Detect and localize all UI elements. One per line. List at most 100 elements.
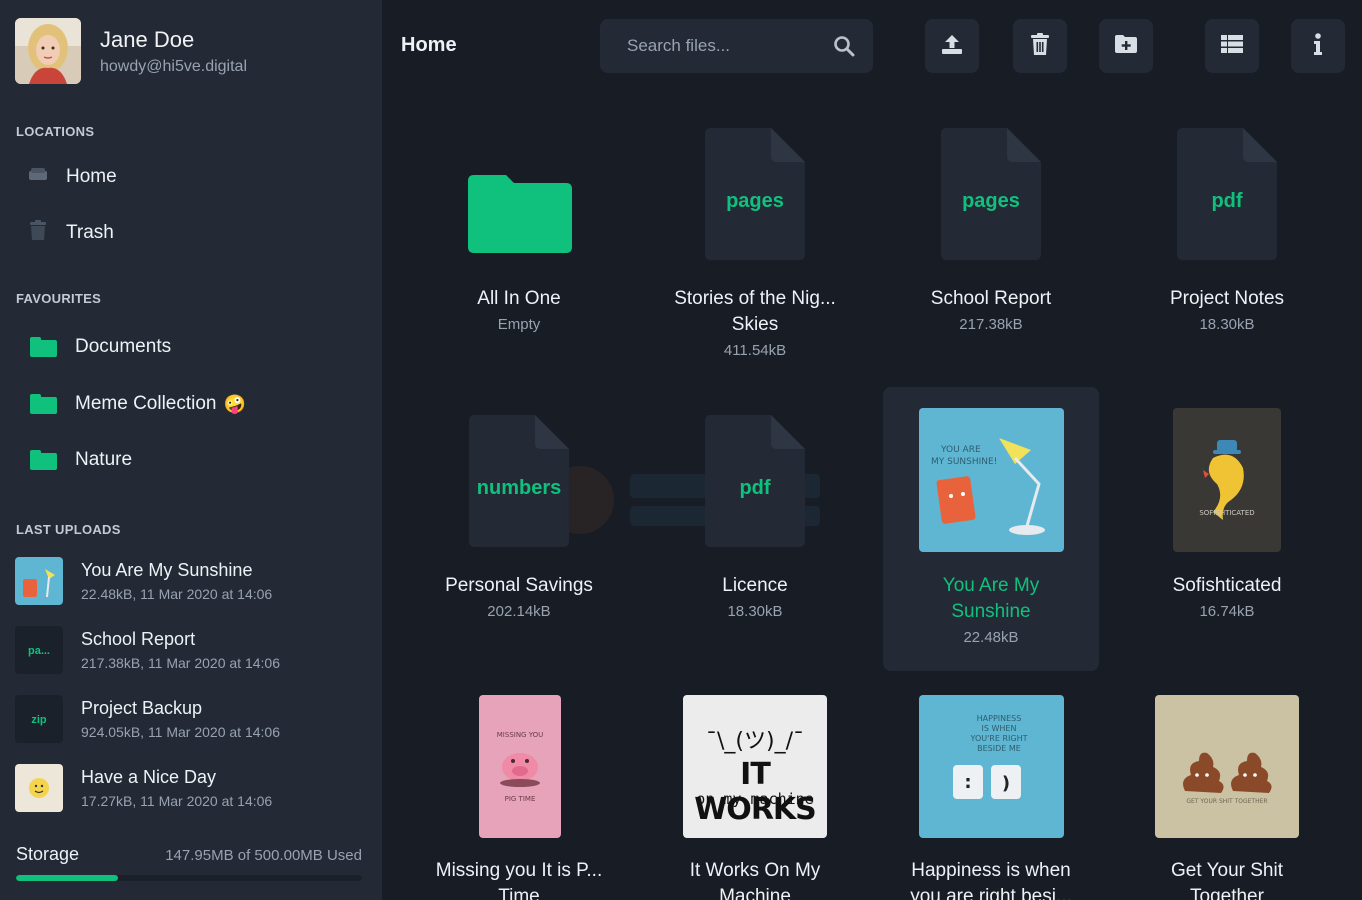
- document-icon: numbers: [469, 415, 569, 547]
- search-icon[interactable]: [833, 35, 855, 62]
- file-ext: pages: [962, 190, 1020, 212]
- upload-meta: 924.05kB, 11 Mar 2020 at 14:06: [81, 724, 280, 740]
- section-title-favourites: FAVOURITES: [16, 291, 102, 306]
- search-box[interactable]: [600, 19, 873, 73]
- file-size: 217.38kB: [959, 316, 1023, 333]
- upload-name: You Are My Sunshine: [81, 560, 253, 580]
- file-size: 22.48kB: [963, 629, 1019, 646]
- upload-button[interactable]: [925, 19, 979, 73]
- upload-meta: 17.27kB, 11 Mar 2020 at 14:06: [81, 793, 273, 809]
- image-caption: BESIDE ME: [977, 744, 1021, 753]
- file-name: Sofishticated: [1172, 575, 1282, 596]
- file-ext: pages: [726, 190, 784, 212]
- image-thumbnail: [15, 557, 63, 605]
- sidebar-item-label: Nature: [75, 449, 133, 470]
- image-thumbnail: GET YOUR SHIT TOGETHER: [1155, 695, 1299, 838]
- sidebar-item-nature[interactable]: Nature: [30, 449, 132, 471]
- drive-icon: [28, 164, 48, 189]
- document-thumbnail: pa...: [15, 626, 63, 674]
- avatar: [15, 18, 81, 84]
- file-ext: pdf: [1211, 190, 1243, 212]
- search-input[interactable]: [627, 36, 817, 56]
- list-view-button[interactable]: [1205, 19, 1259, 73]
- storage-indicator: Storage 147.95MB of 500.00MB Used: [16, 844, 362, 881]
- file-ext: numbers: [476, 477, 562, 499]
- emoji-icon: 🤪: [223, 393, 246, 414]
- file-size: 18.30kB: [1199, 316, 1255, 333]
- file-name: Personal Savings: [445, 575, 593, 596]
- list-view-icon: [1221, 34, 1243, 58]
- image-thumbnail: [15, 764, 63, 812]
- file-tile-get-your-shit-together[interactable]: GET YOUR SHIT TOGETHER Get Your Shit Tog…: [1119, 694, 1335, 900]
- file-size: 16.74kB: [1199, 603, 1255, 620]
- image-caption: MISSING YOU: [497, 731, 543, 739]
- image-caption: ¯\_(ツ)_/¯: [706, 729, 804, 754]
- sidebar-item-home[interactable]: Home: [28, 164, 117, 189]
- image-caption: YOU ARE: [940, 445, 981, 455]
- upload-item-nice-day[interactable]: Have a Nice Day 17.27kB, 11 Mar 2020 at …: [15, 764, 272, 812]
- folder-icon: [468, 175, 572, 258]
- file-tile-all-in-one[interactable]: All In One Empty: [411, 120, 627, 370]
- document-icon: pdf: [705, 415, 805, 547]
- image-caption: :: [964, 772, 971, 793]
- sidebar-item-label: Meme Collection: [75, 393, 217, 414]
- sidebar-item-trash[interactable]: Trash: [28, 219, 114, 246]
- file-tile-project-notes[interactable]: pdf Project Notes 18.30kB: [1119, 120, 1335, 370]
- image-thumbnail: HAPPINESS IS WHEN YOU'RE RIGHT BESIDE ME…: [919, 695, 1064, 838]
- file-tile-licence[interactable]: pdf Licence 18.30kB: [647, 387, 863, 671]
- file-name: School Report: [930, 288, 1052, 309]
- image-caption: YOU'RE RIGHT: [970, 734, 1028, 743]
- file-name: Licence: [722, 575, 788, 596]
- sidebar-item-label: Home: [66, 165, 117, 187]
- sidebar-item-meme-collection[interactable]: Meme Collection 🤪: [30, 393, 246, 415]
- file-tile-missing-you[interactable]: MISSING YOU PIG TIME Missing you It is P…: [411, 694, 627, 900]
- sidebar: Jane Doe howdy@hi5ve.digital LOCATIONS H…: [0, 0, 382, 900]
- file-size: Empty: [497, 316, 541, 333]
- image-caption: MY SUNSHINE!: [931, 457, 997, 467]
- file-size: 18.30kB: [727, 603, 783, 620]
- info-button[interactable]: [1291, 19, 1345, 73]
- storage-bar-fill: [16, 875, 119, 881]
- file-tile-happiness[interactable]: HAPPINESS IS WHEN YOU'RE RIGHT BESIDE ME…: [883, 694, 1099, 900]
- image-thumbnail: YOU ARE MY SUNSHINE!: [919, 408, 1064, 552]
- document-icon: pages: [705, 128, 805, 260]
- upload-icon: [940, 32, 964, 61]
- folder-icon: [30, 450, 57, 470]
- file-name: Get Your Shit Together: [1171, 860, 1283, 900]
- file-name: Missing you It is P... Time: [435, 860, 603, 900]
- document-icon: pages: [941, 128, 1041, 260]
- storage-used: 147.95MB of 500.00MB Used: [165, 847, 362, 864]
- file-size: 202.14kB: [487, 603, 551, 620]
- file-tile-personal-savings[interactable]: numbers Personal Savings 202.14kB: [411, 387, 627, 671]
- delete-icon: [1030, 32, 1050, 60]
- file-name: Happiness is when you are right besi...: [910, 860, 1072, 900]
- upload-item-project-backup[interactable]: zip Project Backup 924.05kB, 11 Mar 2020…: [15, 695, 280, 743]
- file-tile-stories[interactable]: pages Stories of the Nig... Skies 411.54…: [647, 120, 863, 370]
- upload-meta: 217.38kB, 11 Mar 2020 at 14:06: [81, 655, 280, 671]
- trash-icon: [28, 219, 48, 246]
- file-tile-sofishticated[interactable]: SOFISHTICATED Sofishticated 16.74kB: [1119, 387, 1335, 671]
- storage-bar: [16, 875, 362, 881]
- upload-item-sunshine[interactable]: You Are My Sunshine 22.48kB, 11 Mar 2020…: [15, 557, 272, 605]
- file-tile-you-are-my-sunshine[interactable]: YOU ARE MY SUNSHINE! You Are My Sunshine…: [883, 387, 1099, 671]
- file-tile-school-report[interactable]: pages School Report 217.38kB: [883, 120, 1099, 370]
- sidebar-item-label: Trash: [66, 221, 114, 243]
- file-name: All In One: [477, 288, 561, 309]
- user-name: Jane Doe: [100, 26, 195, 52]
- new-folder-icon: [1114, 34, 1138, 59]
- file-name: Stories of the Nig... Skies: [674, 288, 836, 335]
- upload-name: Project Backup: [81, 698, 203, 718]
- file-name: You Are My Sunshine: [942, 575, 1040, 622]
- sidebar-item-documents[interactable]: Documents: [30, 336, 171, 358]
- delete-button[interactable]: [1013, 19, 1067, 73]
- new-folder-button[interactable]: [1099, 19, 1153, 73]
- image-caption: SOFISHTICATED: [1199, 509, 1254, 517]
- folder-icon: [30, 394, 57, 414]
- image-thumbnail: SOFISHTICATED: [1173, 408, 1281, 552]
- user-profile[interactable]: Jane Doe howdy@hi5ve.digital: [15, 18, 247, 84]
- file-tile-it-works[interactable]: ¯\_(ツ)_/¯ IT WORKS on my machine It Work…: [647, 694, 863, 900]
- upload-meta: 22.48kB, 11 Mar 2020 at 14:06: [81, 586, 273, 602]
- upload-item-school-report[interactable]: pa... School Report 217.38kB, 11 Mar 202…: [15, 626, 280, 674]
- folder-icon: [30, 337, 57, 357]
- image-caption: IS WHEN: [982, 724, 1017, 733]
